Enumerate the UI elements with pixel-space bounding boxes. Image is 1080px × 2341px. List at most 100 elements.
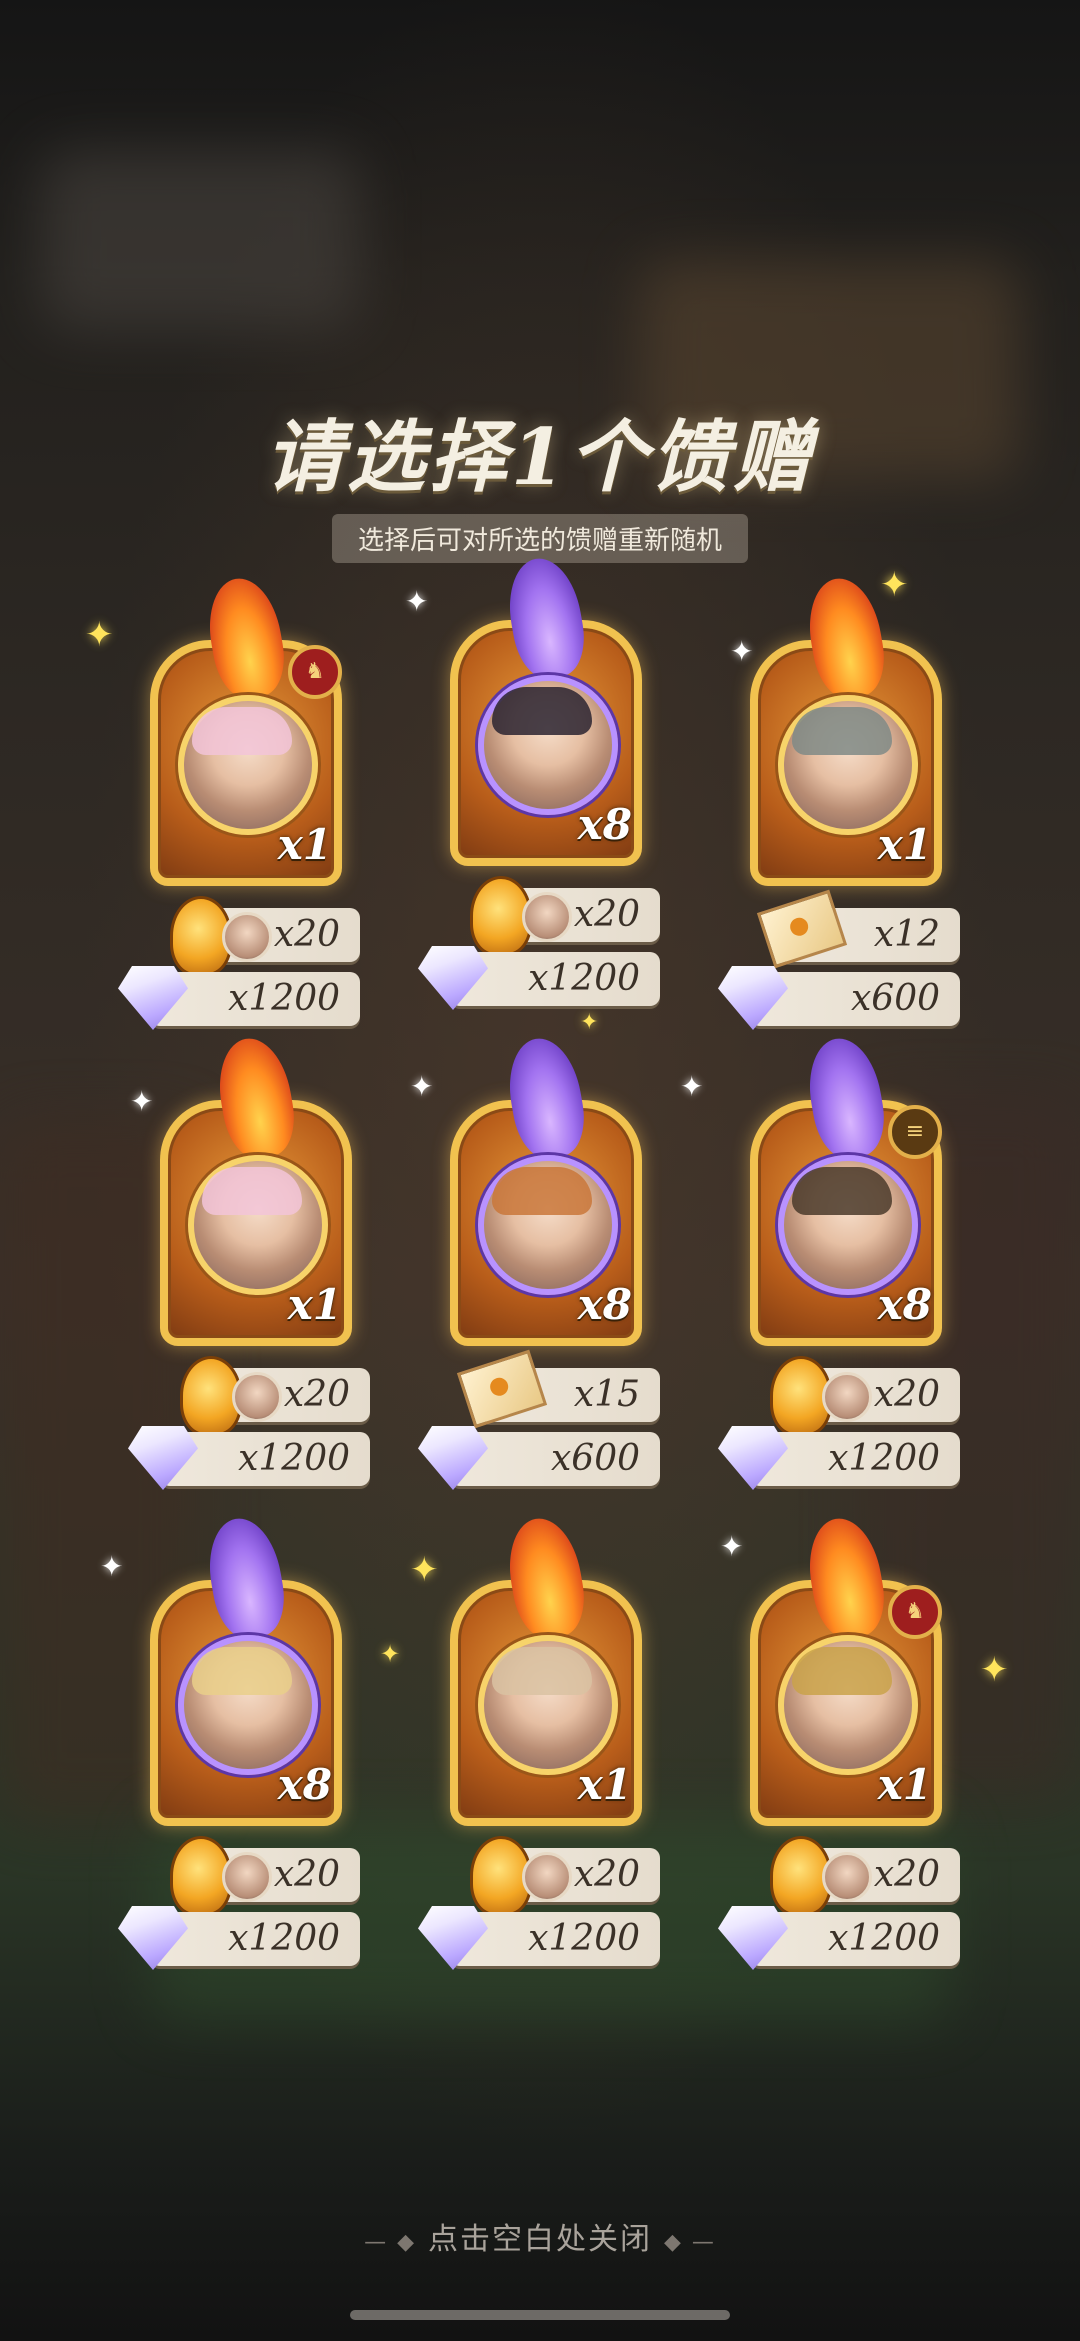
hero-multiplier: x1 (577, 1760, 632, 1809)
diamond-icon (118, 966, 188, 1030)
currency-qty: x20 (873, 1854, 940, 1895)
gift-card[interactable]: ♞ x1 x20 x1200 (118, 600, 360, 1030)
hero-multiplier: x8 (877, 1280, 932, 1329)
hero-portrait (178, 1635, 318, 1775)
diamond-icon (118, 1906, 188, 1970)
hero-portrait (778, 1155, 918, 1295)
rank-badge-icon: ♞ (888, 1585, 942, 1639)
sparkle-icon: ✦ (130, 1085, 154, 1118)
hero-multiplier: x1 (277, 820, 332, 869)
gift-card[interactable]: ♞ x1 x20 x1200 (718, 1540, 960, 1970)
gem-row: x600 (418, 1426, 660, 1490)
gem-qty: x1200 (528, 958, 640, 999)
currency-row: x20 (470, 1836, 660, 1916)
gem-row: x1200 (118, 966, 360, 1030)
divider-icon: ◆ — (664, 2230, 716, 2255)
gem-row: x1200 (128, 1426, 370, 1490)
background-blur (40, 150, 360, 330)
gift-card[interactable]: x1 x12 x600 (718, 600, 960, 1030)
hero-multiplier: x1 (877, 1760, 932, 1809)
diamond-icon (418, 1426, 488, 1490)
hero-multiplier: x1 (287, 1280, 342, 1329)
hero-multiplier: x8 (577, 800, 632, 849)
gem-row: x1200 (418, 946, 660, 1010)
hero-portrait (478, 675, 618, 815)
currency-row: x12 (756, 889, 960, 969)
currency-qty: x15 (573, 1374, 640, 1415)
gem-row: x1200 (718, 1906, 960, 1970)
hero-portrait (188, 1155, 328, 1295)
hero-multiplier: x8 (277, 1760, 332, 1809)
gift-card[interactable]: x1 x20 x1200 (128, 1060, 370, 1490)
currency-row: x20 (180, 1356, 370, 1436)
mini-avatar-icon (822, 1852, 872, 1902)
mini-avatar-icon (822, 1372, 872, 1422)
hero-portrait (778, 1635, 918, 1775)
home-indicator[interactable] (350, 2310, 730, 2320)
mini-avatar-icon (222, 912, 272, 962)
gem-qty: x1200 (528, 1918, 640, 1959)
currency-row: x20 (770, 1836, 960, 1916)
currency-qty: x20 (573, 1854, 640, 1895)
page-title: 请选择1个馈赠 (264, 412, 816, 503)
currency-row: x20 (170, 896, 360, 976)
subtitle: 选择后可对所选的馈赠重新随机 (331, 514, 748, 563)
hero-multiplier: x1 (877, 820, 932, 869)
sparkle-icon: ✦ (405, 585, 429, 618)
sparkle-icon: ✦ (880, 565, 909, 605)
close-hint[interactable]: — ◆ 点击空白处关闭 ◆ — (0, 2214, 1080, 2258)
rank-badge-icon: ≡ (888, 1105, 942, 1159)
gift-card[interactable]: x1 x20 x1200 (418, 1540, 660, 1970)
mini-avatar-icon (222, 1852, 272, 1902)
hero-portrait (178, 695, 318, 835)
sparkle-icon: ✦ (720, 1530, 744, 1563)
hero-portrait (478, 1635, 618, 1775)
gem-row: x1200 (118, 1906, 360, 1970)
gem-qty: x1200 (228, 978, 340, 1019)
mini-avatar-icon (522, 892, 572, 942)
mini-avatar-icon (522, 1852, 572, 1902)
gem-qty: x1200 (228, 1918, 340, 1959)
letter-icon (456, 1349, 548, 1429)
close-hint-label: 点击空白处关闭 (428, 2222, 652, 2257)
sparkle-icon: ✦ (100, 1550, 124, 1583)
sparkle-icon: ✦ (980, 1650, 1009, 1690)
sparkle-icon: ✦ (85, 615, 114, 655)
currency-row: x20 (170, 1836, 360, 1916)
currency-qty: x20 (873, 1374, 940, 1415)
sparkle-icon: ✦ (410, 1070, 434, 1103)
letter-icon (756, 889, 848, 969)
gift-card[interactable]: x8 x20 x1200 (118, 1540, 360, 1970)
sparkle-icon: ✦ (730, 635, 754, 668)
rank-badge-icon: ♞ (288, 645, 342, 699)
currency-qty: x20 (273, 914, 340, 955)
gift-card[interactable]: ≡ x8 x20 x1200 (718, 1060, 960, 1490)
gem-qty: x1200 (238, 1438, 350, 1479)
diamond-icon (718, 1426, 788, 1490)
gem-qty: x1200 (828, 1918, 940, 1959)
diamond-icon (418, 946, 488, 1010)
currency-qty: x20 (283, 1374, 350, 1415)
gem-row: x1200 (418, 1906, 660, 1970)
gem-qty: x1200 (828, 1438, 940, 1479)
sparkle-icon: ✦ (380, 1640, 401, 1668)
currency-qty: x12 (873, 914, 940, 955)
mini-avatar-icon (232, 1372, 282, 1422)
gem-row: x1200 (718, 1426, 960, 1490)
hero-portrait (778, 695, 918, 835)
sparkle-icon: ✦ (680, 1070, 704, 1103)
hero-portrait (478, 1155, 618, 1295)
gem-qty: x600 (550, 1438, 640, 1479)
sparkle-icon: ✦ (580, 1010, 599, 1035)
gift-card[interactable]: x8 x20 x1200 (418, 580, 660, 1010)
currency-row: x20 (470, 876, 660, 956)
currency-qty: x20 (573, 894, 640, 935)
gem-row: x600 (718, 966, 960, 1030)
hero-multiplier: x8 (577, 1280, 632, 1329)
subtitle-wrap: 选择后可对所选的馈赠重新随机 (0, 514, 1080, 563)
diamond-icon (718, 966, 788, 1030)
currency-row: x15 (456, 1349, 660, 1429)
gift-card[interactable]: x8 x15 x600 (418, 1060, 660, 1490)
currency-row: x20 (770, 1356, 960, 1436)
gem-qty: x600 (850, 978, 940, 1019)
